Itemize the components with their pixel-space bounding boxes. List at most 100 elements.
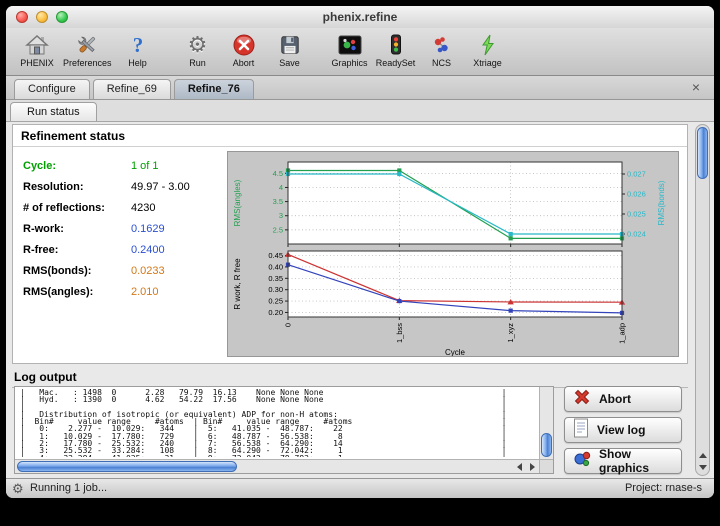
scrollbar-thumb[interactable] bbox=[541, 433, 552, 457]
tab-configure[interactable]: Configure bbox=[14, 79, 90, 99]
svg-text:2.5: 2.5 bbox=[273, 225, 283, 234]
graphics-spheres-icon bbox=[571, 448, 593, 475]
svg-text:4.5: 4.5 bbox=[273, 169, 283, 178]
close-tab-icon[interactable]: × bbox=[688, 80, 704, 96]
field-label: RMS(bonds): bbox=[23, 265, 131, 277]
svg-text:RMS(bonds): RMS(bonds) bbox=[657, 180, 666, 225]
status-field-row: Resolution: 49.97 - 3.00 bbox=[23, 176, 190, 197]
status-fields: Cycle: 1 of 1 Resolution: 49.97 - 3.00 #… bbox=[23, 155, 190, 302]
toolbar-run-button[interactable]: ⚙ Run bbox=[175, 31, 221, 68]
toolbar-readyset-button[interactable]: ReadySet bbox=[373, 31, 419, 68]
toolbar-label: PHENIX bbox=[20, 58, 54, 68]
refinement-plots-svg: 2.5 3 3.5 4 4.5 0.024 0.025 0.026 0.027 RMS(bonds… bbox=[228, 152, 678, 356]
running-gear-icon: ⚙ bbox=[12, 479, 24, 498]
status-bar: ⚙ Running 1 job... Project: rnase-s bbox=[6, 478, 714, 498]
toolbar-preferences-button[interactable]: Preferences bbox=[60, 31, 115, 68]
toolbar-ncs-button[interactable]: NCS bbox=[419, 31, 465, 68]
show-graphics-button[interactable]: Show graphics bbox=[564, 448, 682, 474]
toolbar-xtriage-button[interactable]: Xtriage bbox=[465, 31, 511, 68]
svg-text:3: 3 bbox=[279, 211, 283, 220]
svg-text:1_bss: 1_bss bbox=[395, 323, 404, 343]
field-value: 4230 bbox=[131, 202, 155, 214]
toolbar-phenix-button[interactable]: PHENIX bbox=[14, 31, 60, 68]
field-label: # of reflections: bbox=[23, 202, 131, 214]
toolbar-label: Help bbox=[128, 58, 147, 68]
scroll-arrows bbox=[513, 460, 539, 473]
home-icon bbox=[24, 31, 50, 58]
toolbar-graphics-button[interactable]: Graphics bbox=[327, 31, 373, 68]
molecule-viewer-icon bbox=[337, 31, 363, 58]
scroll-arrows bbox=[696, 449, 709, 473]
toolbar-help-button[interactable]: ? Help bbox=[115, 31, 161, 68]
refinement-status-panel: Refinement status Cycle: 1 of 1 Resoluti… bbox=[12, 124, 688, 364]
toolbar-label: Xtriage bbox=[473, 58, 502, 68]
toolbar-label: Abort bbox=[233, 58, 255, 68]
svg-text:0.25: 0.25 bbox=[268, 297, 283, 306]
tab-label: Refine_76 bbox=[188, 83, 240, 95]
svg-text:0.025: 0.025 bbox=[627, 210, 646, 219]
scrollbar-thumb[interactable] bbox=[17, 461, 237, 472]
toolbar-abort-button[interactable]: Abort bbox=[221, 31, 267, 68]
tab-refine-76[interactable]: Refine_76 bbox=[174, 79, 254, 99]
field-value: 0.0233 bbox=[131, 265, 165, 277]
run-status-page: Refinement status Cycle: 1 of 1 Resoluti… bbox=[6, 122, 714, 478]
toolbar-label: Preferences bbox=[63, 58, 112, 68]
status-field-row: RMS(bonds): 0.0233 bbox=[23, 260, 190, 281]
scroll-left-button[interactable] bbox=[513, 461, 526, 473]
scroll-down-button[interactable] bbox=[696, 461, 709, 473]
status-field-row: RMS(angles): 2.010 bbox=[23, 281, 190, 302]
action-buttons: Abort View log Show graphics bbox=[564, 386, 682, 478]
refinement-status-title: Refinement status bbox=[13, 125, 687, 147]
log-horizontal-scrollbar[interactable] bbox=[15, 459, 539, 473]
field-label: Resolution: bbox=[23, 181, 131, 193]
field-value: 0.2400 bbox=[131, 244, 165, 256]
abort-button[interactable]: Abort bbox=[564, 386, 682, 412]
help-question-icon: ? bbox=[127, 31, 149, 58]
field-label: R-work: bbox=[23, 223, 131, 235]
view-log-button[interactable]: View log bbox=[564, 417, 682, 443]
svg-text:0.026: 0.026 bbox=[627, 190, 646, 199]
svg-text:0.30: 0.30 bbox=[268, 285, 283, 294]
button-label: Show graphics bbox=[599, 447, 675, 475]
window-title: phenix.refine bbox=[6, 6, 714, 28]
log-output-box[interactable]: | Mac. : 1498 0 2.28 79.79 16.13 None No… bbox=[14, 386, 554, 474]
scrollbar-thumb[interactable] bbox=[697, 127, 708, 179]
document-icon bbox=[571, 417, 591, 444]
tab-run-status[interactable]: Run status bbox=[10, 102, 97, 121]
svg-text:0.45: 0.45 bbox=[268, 251, 283, 260]
zoom-window-button[interactable] bbox=[56, 11, 68, 23]
arrow-right-icon bbox=[530, 463, 535, 471]
svg-text:0.024: 0.024 bbox=[627, 230, 646, 239]
svg-text:4: 4 bbox=[279, 183, 283, 192]
field-value: 1 of 1 bbox=[131, 160, 159, 172]
tools-icon bbox=[74, 31, 100, 58]
scroll-right-button[interactable] bbox=[526, 461, 539, 473]
svg-text:?: ? bbox=[132, 33, 143, 57]
traffic-light-icon bbox=[386, 31, 406, 58]
svg-text:0.20: 0.20 bbox=[268, 308, 283, 317]
status-field-row: R-work: 0.1629 bbox=[23, 218, 190, 239]
status-field-row: # of reflections: 4230 bbox=[23, 197, 190, 218]
log-text: | Mac. : 1498 0 2.28 79.79 16.13 None No… bbox=[20, 389, 537, 457]
arrow-left-icon bbox=[517, 463, 522, 471]
button-label: Abort bbox=[599, 392, 631, 406]
tab-refine-69[interactable]: Refine_69 bbox=[93, 79, 171, 99]
lightning-icon bbox=[478, 31, 498, 58]
toolbar-label: NCS bbox=[432, 58, 451, 68]
status-field-row: R-free: 0.2400 bbox=[23, 239, 190, 260]
tab-bar: Configure Refine_69 Refine_76 × bbox=[6, 76, 714, 100]
page-vertical-scrollbar[interactable] bbox=[695, 124, 710, 476]
toolbar: PHENIX Preferences ? Help ⚙ Run Abort bbox=[6, 28, 714, 76]
svg-text:3.5: 3.5 bbox=[273, 197, 283, 206]
status-running-text: Running 1 job... bbox=[30, 479, 107, 498]
ncs-molecules-icon bbox=[430, 31, 454, 58]
log-vertical-scrollbar[interactable] bbox=[539, 387, 553, 459]
svg-text:0.027: 0.027 bbox=[627, 170, 646, 179]
tab-label: Refine_69 bbox=[107, 83, 157, 95]
close-window-button[interactable] bbox=[16, 11, 28, 23]
arrow-down-icon bbox=[699, 465, 707, 470]
toolbar-save-button[interactable]: Save bbox=[267, 31, 313, 68]
scroll-up-button[interactable] bbox=[696, 449, 709, 461]
titlebar[interactable]: phenix.refine bbox=[6, 6, 714, 28]
minimize-window-button[interactable] bbox=[36, 11, 48, 23]
